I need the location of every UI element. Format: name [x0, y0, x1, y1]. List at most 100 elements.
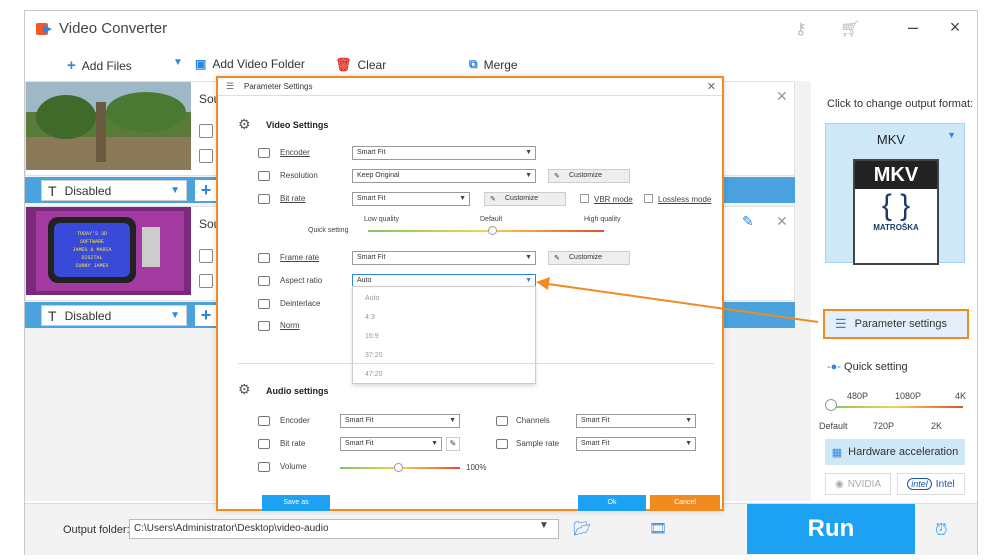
video-info-icon[interactable]	[199, 249, 213, 263]
minimize-button[interactable]: –	[901, 17, 925, 38]
quality-quick-label: Quick setting	[308, 227, 349, 234]
bitrate-customize-button[interactable]: ✎ Customize	[484, 192, 566, 206]
audio-settings-title: Audio settings	[266, 386, 329, 396]
resolution-customize-button[interactable]: ✎ Customize	[548, 169, 630, 183]
channels-select[interactable]: Smart Fit ▼	[576, 414, 696, 428]
video-thumbnail: TODAY'S 3D SOFTWARE JAMES & MARIA DIGITAL SU…	[26, 207, 191, 295]
sample-rate-icon	[496, 439, 508, 449]
sample-rate-select[interactable]: Smart Fit ▼	[576, 437, 696, 451]
audio-encoder-select[interactable]: Smart Fit ▼	[340, 414, 460, 428]
customize-label: Customize	[505, 195, 539, 202]
parameter-settings-label: Parameter settings	[854, 318, 947, 330]
audio-bitrate-value: Smart Fit	[345, 440, 374, 447]
save-as-button[interactable]: Save as	[262, 495, 330, 511]
merge-icon: ⧉	[469, 57, 478, 71]
folder-icon[interactable]	[199, 274, 213, 288]
close-window-button[interactable]: ×	[943, 17, 967, 38]
output-folder-input[interactable]: C:\Users\Administrator\Desktop\video-aud…	[129, 519, 559, 539]
add-subtitle-button[interactable]: +	[195, 180, 217, 201]
volume-slider-knob[interactable]	[394, 463, 403, 472]
add-folder-button[interactable]: ▣ Add Video Folder	[195, 57, 305, 71]
close-icon[interactable]: ✕	[707, 80, 716, 93]
add-files-button[interactable]: + Add Files	[67, 57, 132, 74]
audio-bitrate-label: Bit rate	[280, 439, 306, 448]
alarm-clock-icon[interactable]: ⏰︎	[935, 522, 947, 540]
vbr-mode-checkbox[interactable]	[580, 194, 589, 203]
clear-button[interactable]: 🗑︎ Clear	[335, 57, 386, 73]
encoder-value: Smart Fit	[357, 149, 386, 156]
quality-slider[interactable]	[368, 230, 604, 232]
quick-setting-slider[interactable]	[829, 406, 963, 408]
encoder-select[interactable]: Smart Fit ▼	[352, 146, 536, 160]
preview-icon[interactable]: 🎞︎	[649, 520, 667, 537]
trash-icon: 🗑︎	[335, 57, 352, 72]
ok-button[interactable]: Ok	[578, 495, 646, 511]
tv-text-line: SUNNY JAMES	[75, 263, 108, 269]
parameter-settings-button[interactable]: ☰ Parameter settings	[823, 309, 969, 339]
text-icon: T	[48, 182, 57, 199]
quick-setting-knob[interactable]	[825, 399, 837, 411]
cancel-label: Cancel	[674, 499, 696, 506]
aspect-option[interactable]: Auto	[365, 295, 379, 302]
nvidia-option[interactable]: ◉ NVIDIA	[825, 473, 891, 495]
parameter-settings-dialog: ☰ Parameter Settings ✕ ⚙ Video Settings …	[216, 76, 724, 511]
bitrate-select[interactable]: Smart Fit ▼	[352, 192, 470, 206]
hardware-acceleration-button[interactable]: ▦ Hardware acceleration	[825, 439, 965, 465]
chevron-down-icon: ▼	[525, 277, 532, 284]
close-icon[interactable]: ✕	[776, 213, 788, 230]
aspect-ratio-label: Aspect ratio	[280, 276, 323, 285]
norm-icon	[258, 321, 270, 331]
chevron-down-icon[interactable]: ▼	[173, 57, 183, 68]
output-format-selector[interactable]: MKV ▼ MKV { } MATROŠKA	[825, 123, 965, 265]
resolution-select[interactable]: Keep Original ▼	[352, 169, 536, 183]
add-subtitle-button[interactable]: +	[195, 305, 217, 326]
vbr-mode-label: VBR mode	[594, 195, 633, 204]
tv-screen-text: TODAY'S 3D SOFTWARE JAMES & MARIA DIGITAL SU…	[72, 231, 111, 269]
merge-button[interactable]: ⧉ Merge	[469, 57, 518, 72]
output-folder-label: Output folder:	[63, 524, 130, 536]
cart-icon[interactable]: 🛒︎	[840, 19, 860, 39]
audio-encoder-value: Smart Fit	[345, 417, 374, 424]
aspect-option[interactable]: 47:20	[365, 371, 383, 378]
audio-bitrate-select[interactable]: Smart Fit ▼	[340, 437, 442, 451]
volume-label: Volume	[280, 462, 307, 471]
close-icon[interactable]: ✕	[776, 88, 788, 105]
mkv-format-icon: MKV { } MATROŠKA	[853, 159, 939, 265]
merge-label: Merge	[483, 57, 518, 72]
subtitle-select[interactable]: T Disabled ▼	[41, 180, 187, 201]
aspect-option[interactable]: 16:9	[365, 333, 379, 340]
nvidia-logo-icon: ◉	[834, 478, 844, 490]
lossless-mode-label: Lossless mode	[658, 195, 712, 204]
bitrate-label: Bit rate	[280, 194, 306, 203]
tv-text-line: DIGITAL	[81, 255, 102, 261]
lossless-mode-checkbox[interactable]	[644, 194, 653, 203]
framerate-select[interactable]: Smart Fit ▼	[352, 251, 536, 265]
slider-icon: -●-	[827, 361, 841, 373]
video-info-icon[interactable]	[199, 124, 213, 138]
chevron-down-icon: ▼	[459, 195, 466, 202]
open-folder-icon[interactable]: 📂︎	[573, 520, 591, 537]
ok-label: Ok	[607, 499, 617, 506]
intel-option[interactable]: intel Intel	[897, 473, 965, 495]
aspect-option[interactable]: 4:3	[365, 314, 375, 321]
title-bar: Video Converter ⚷ 🛒︎ – ×	[25, 11, 977, 49]
key-icon[interactable]: ⚷	[795, 19, 807, 39]
text-icon: T	[48, 307, 57, 324]
edit-icon[interactable]: ✎	[742, 213, 754, 230]
run-button[interactable]: Run	[747, 504, 915, 554]
folder-icon[interactable]	[199, 149, 213, 163]
quality-slider-knob[interactable]	[488, 226, 497, 235]
cancel-button[interactable]: Cancel	[650, 495, 720, 511]
aspect-option[interactable]: 37:20	[365, 352, 383, 359]
deinterlace-icon	[258, 299, 270, 309]
pencil-icon[interactable]: ✎	[446, 437, 460, 451]
plus-icon: +	[67, 57, 76, 74]
subtitle-select[interactable]: T Disabled ▼	[41, 305, 187, 326]
quality-default-label: Default	[480, 216, 503, 223]
framerate-customize-button[interactable]: ✎ Customize	[548, 251, 630, 265]
framerate-label: Frame rate	[280, 253, 320, 262]
framerate-value: Smart Fit	[357, 254, 386, 261]
chevron-down-icon[interactable]: ▼	[539, 520, 549, 531]
qs-label-4k: 4K	[955, 391, 967, 401]
audio-bitrate-icon	[258, 439, 270, 449]
